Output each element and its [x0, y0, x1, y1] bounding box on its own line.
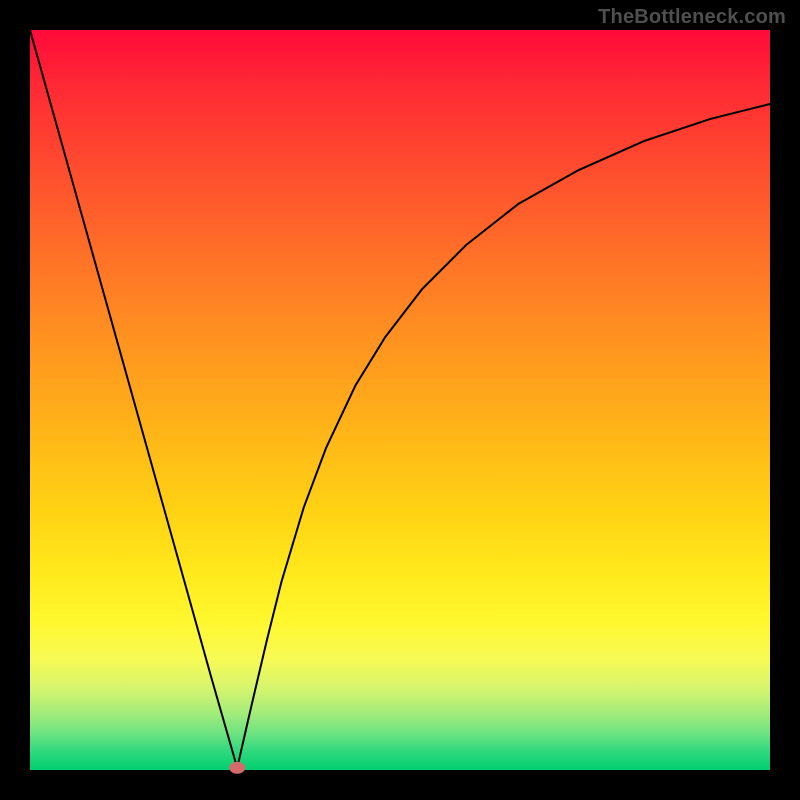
watermark-text: TheBottleneck.com: [598, 6, 786, 29]
chart-svg: [30, 30, 770, 770]
min-marker: [229, 762, 245, 774]
curve-left: [30, 30, 237, 768]
chart-area: [30, 30, 770, 770]
curve-right: [237, 104, 770, 768]
